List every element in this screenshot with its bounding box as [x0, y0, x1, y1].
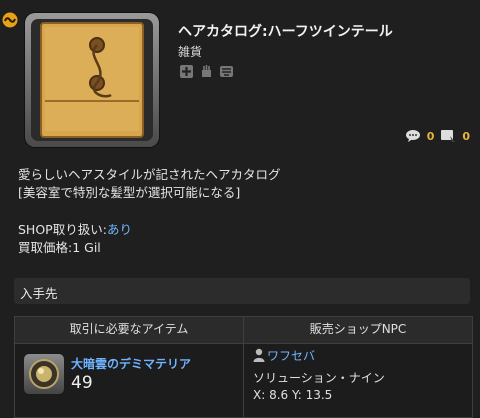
feedback-counters: 0 0 [405, 129, 470, 143]
post-count: 0 [462, 129, 470, 143]
acquisition-section-header: 入手先 [14, 278, 470, 304]
price-label: 買取価格: [18, 240, 73, 255]
description-effect: [美容室で特別な髪型が選択可能になる] [18, 185, 241, 200]
convertible-icon [180, 65, 193, 78]
item-name: ヘアカタログ:ハーフツインテール [178, 24, 393, 40]
shop-availability: SHOP取り扱い:あり [18, 219, 132, 238]
item-description: 愛らしいヘアスタイルが記されたヘアカタログ [美容室で特別な髪型が選択可能になる… [18, 166, 281, 202]
sell-price: 買取価格:1 Gil [18, 237, 101, 256]
required-item-quantity: 49 [71, 373, 93, 393]
acquisition-table: 取引に必要なアイテム 販売ショップNPC 大暗雲のデミマテリア 49 ワフセバ … [14, 316, 473, 418]
npc-coordinates: X: 8.6 Y: 13.5 [253, 388, 333, 402]
comment-icon[interactable] [405, 129, 421, 143]
column-header-shop-npc: 販売ショップNPC [244, 317, 472, 344]
item-badges [179, 64, 234, 79]
market-icon [220, 66, 233, 77]
materia-orb-icon [29, 359, 59, 389]
npc-location: ソリューション・ナイン [253, 371, 385, 385]
section-title: 入手先 [20, 286, 58, 301]
item-category: 雑貨 [178, 45, 203, 59]
shop-label: SHOP取り扱い: [18, 222, 107, 237]
npc-name-link[interactable]: ワフセバ [267, 347, 315, 364]
item-icon-frame [25, 13, 159, 147]
npc-person-icon [253, 348, 265, 362]
column-header-required-item: 取引に必要なアイテム [15, 317, 244, 344]
dyeable-icon [202, 65, 211, 77]
price-value: 1 Gil [72, 240, 101, 255]
shop-link[interactable]: あり [107, 222, 132, 237]
required-item-link[interactable]: 大暗雲のデミマテリア [71, 355, 191, 372]
envelope-icon [40, 22, 144, 138]
post-icon[interactable] [440, 129, 456, 143]
materia-icon[interactable] [24, 354, 64, 394]
comment-count: 0 [426, 129, 435, 143]
site-logo-icon[interactable] [2, 12, 18, 28]
description-line: 愛らしいヘアスタイルが記されたヘアカタログ [18, 167, 281, 182]
column-divider [243, 343, 244, 417]
